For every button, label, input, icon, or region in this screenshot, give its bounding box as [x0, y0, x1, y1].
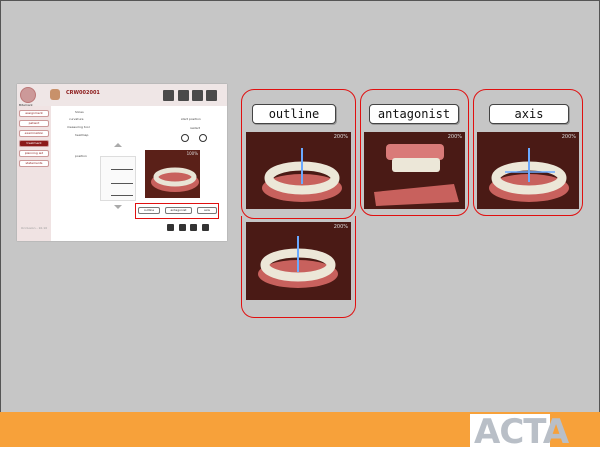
app-header: Bitemark CRW002001: [17, 84, 227, 107]
tool-position[interactable]: position: [75, 154, 87, 158]
zoom-label: 100%: [186, 151, 198, 156]
save-icon[interactable]: [179, 224, 186, 231]
outline-image: 200%: [246, 132, 351, 209]
sidebar-item-patient[interactable]: patient: [19, 120, 49, 127]
camera-icon[interactable]: [190, 224, 197, 231]
wrench-icon[interactable]: [199, 134, 207, 142]
tool-slices[interactable]: Slices: [75, 110, 84, 114]
tool-heatmap[interactable]: heatmap: [75, 133, 88, 137]
jaw-model: [489, 148, 569, 202]
home-icon[interactable]: [163, 90, 174, 101]
sidebar-item-treatment[interactable]: treatment: [19, 140, 49, 147]
jaw-model: [262, 148, 342, 202]
antagonist-button[interactable]: antagonist: [369, 104, 459, 124]
tool-measuring[interactable]: measuring tool: [67, 125, 90, 129]
outline-image-2: 200%: [246, 222, 351, 300]
scroll-down-icon[interactable]: [114, 205, 122, 209]
restart-label[interactable]: restart: [190, 126, 200, 130]
help-icon[interactable]: [192, 90, 203, 101]
jaw-model: [374, 144, 459, 206]
export-icon[interactable]: [167, 224, 174, 231]
video-icon[interactable]: [202, 224, 209, 231]
tooth-icon: [50, 89, 60, 100]
slide: Bitemark CRW002001 assignment patient ex…: [0, 0, 600, 447]
sidebar-footer: Occlusion - 10.10: [21, 226, 48, 230]
antagonist-image: 200%: [364, 132, 465, 209]
sidebar-item-planning[interactable]: planning aid: [19, 150, 49, 157]
close-icon[interactable]: [206, 90, 217, 101]
scroll-up-icon[interactable]: [114, 143, 122, 147]
sidebar-item-statements[interactable]: statements: [19, 160, 49, 167]
app-window: Bitemark CRW002001 assignment patient ex…: [17, 84, 227, 241]
axis-image: 200%: [477, 132, 579, 209]
outline-button[interactable]: outline: [252, 104, 336, 124]
acta-logo: ACTA: [470, 412, 569, 452]
jaw-model: [258, 236, 338, 288]
app-sidebar: assignment patient examination treatment…: [17, 106, 51, 241]
app-dental-preview: 100%: [145, 150, 200, 198]
sidebar-item-assignment[interactable]: assignment: [19, 110, 49, 117]
start-position-label[interactable]: start position: [181, 117, 201, 121]
axis-button[interactable]: axis: [489, 104, 569, 124]
slider-panel: [100, 156, 136, 201]
wrench-icon[interactable]: [181, 134, 189, 142]
highlight-rectangle: [135, 203, 219, 219]
sidebar-item-examination[interactable]: examination: [19, 130, 49, 137]
tool-curvature[interactable]: curvature: [69, 117, 84, 121]
avatar: [20, 87, 36, 103]
monitor-icon[interactable]: [178, 90, 189, 101]
app-title: CRW002001: [66, 90, 100, 96]
